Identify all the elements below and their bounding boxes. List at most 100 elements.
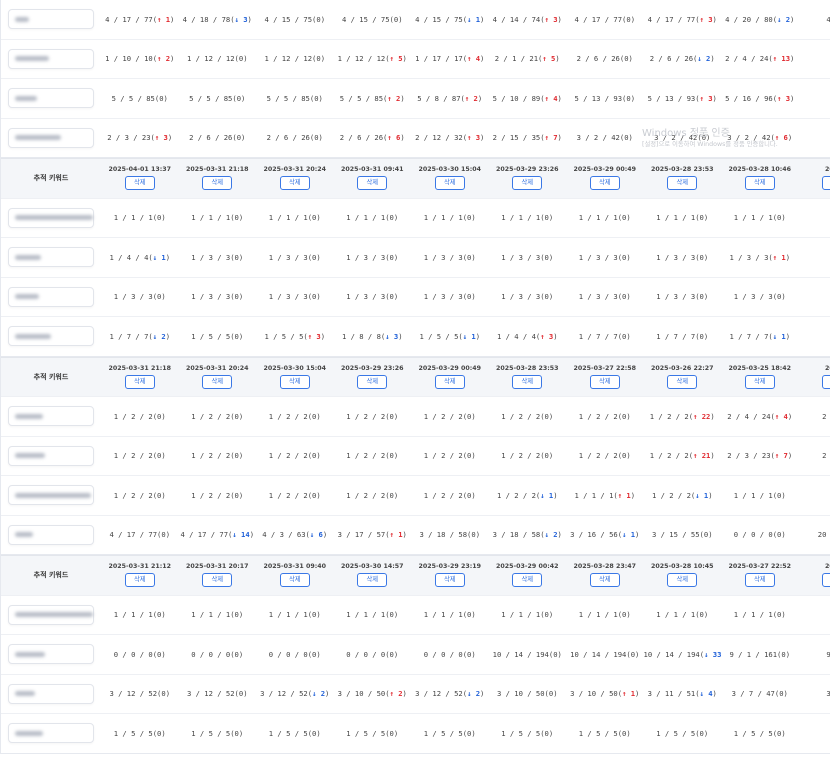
keyword-field[interactable] (8, 88, 94, 109)
rank-cell: 3 / 18 / 58(0) (411, 530, 489, 539)
date-column-header: 2025-03-31 21:18 삭제 (101, 365, 179, 389)
keyword-cell (1, 644, 101, 665)
delete-button[interactable]: 삭제 (357, 374, 388, 389)
delete-button[interactable]: 삭제 (434, 176, 465, 191)
rank-cell: 1 / 5 / 5(0) (179, 332, 257, 341)
rank-value: 1 / 2 / 2(0) (268, 451, 321, 461)
keyword-field[interactable] (8, 723, 94, 744)
rank-cell: 5 / 5 / 85(0) (101, 94, 179, 103)
blurred-keyword-text (15, 651, 45, 657)
delete-button[interactable]: 삭제 (202, 176, 233, 191)
delete-button[interactable]: 삭제 (279, 573, 310, 588)
keyword-field[interactable] (8, 445, 94, 466)
rank-value: 1 / 1 / 1(0) (733, 490, 786, 500)
check-datetime: 2025-03-30 14:57 (340, 563, 404, 571)
rank-value-close: ) (710, 411, 715, 421)
delete-button[interactable]: 삭제 (667, 176, 698, 191)
delete-button[interactable]: 삭제 (202, 374, 233, 389)
delete-button[interactable]: 삭제 (744, 573, 775, 588)
delete-button[interactable]: 삭제 (744, 176, 775, 191)
rank-value: 1 / 7 / 7( (109, 331, 153, 341)
delete-button[interactable]: 삭제 (202, 573, 233, 588)
rank-up-change: ↑ 1 (772, 252, 786, 262)
tracked-keyword-header: 추적 키워드 (33, 372, 69, 381)
keyword-field[interactable] (8, 207, 94, 228)
rank-value: 2 / 6 / 26(0) (576, 54, 633, 64)
rank-cell: 1 / 2 / 2(0) (334, 412, 412, 421)
rank-cell: 5 / (799, 94, 830, 103)
delete-button[interactable]: 삭제 (434, 573, 465, 588)
rank-cell: 2 / 12 / 32(↑ 3) (411, 133, 489, 142)
keyword-field[interactable] (8, 127, 94, 148)
delete-button[interactable]: 삭제 (589, 374, 620, 389)
rank-cell: 1 / 5 / 5(0) (489, 729, 567, 738)
delete-button[interactable]: 삭제 (124, 573, 155, 588)
rank-cell: 1 / 2 / 2(0) (256, 451, 334, 460)
rank-value: 0 / 0 / 0(0) (423, 649, 476, 659)
rank-value: 4 / 20 / 80( (725, 14, 778, 24)
delete-button[interactable]: 삭제 (822, 374, 830, 389)
rank-cell: 3 / 18 / 58(↓ 2) (489, 530, 567, 539)
rank-cell: 1 / 2 / 2(0) (411, 491, 489, 500)
delete-button[interactable]: 삭제 (822, 573, 830, 588)
keyword-field[interactable] (8, 9, 94, 30)
delete-button[interactable]: 삭제 (667, 374, 698, 389)
delete-button[interactable]: 삭제 (512, 573, 543, 588)
date-header-row: 추적 키워드 2025-03-31 21:18 삭제 2025-03-31 20:24… (1, 356, 830, 396)
delete-button[interactable]: 삭제 (512, 374, 543, 389)
rank-cell: 4 / 15 / 75(↓ 1) (411, 15, 489, 24)
rank-up-change: ↑ 1 (617, 490, 631, 500)
keyword-field[interactable] (8, 247, 94, 268)
rank-value: 2 / 6 / 26(0) (266, 133, 323, 143)
rank-up-change: ↑ 4 (467, 54, 481, 64)
rank-value: 1 / 5 / 5(0) (733, 728, 786, 738)
rank-up-change: ↑ 7 (774, 451, 788, 461)
blurred-keyword-text (15, 612, 93, 618)
rank-value: 1 / 3 / 3(0) (578, 292, 631, 302)
delete-button[interactable]: 삭제 (589, 176, 620, 191)
keyword-field[interactable] (8, 406, 94, 427)
delete-button[interactable]: 삭제 (279, 176, 310, 191)
rank-cell: 1 / 4 / 4(↑ 3) (489, 332, 567, 341)
rank-up-change: ↑ 3 (544, 14, 558, 24)
rank-value: 4 / 3 / 63( (262, 530, 310, 540)
delete-button[interactable]: 삭제 (434, 374, 465, 389)
delete-button[interactable]: 삭제 (124, 374, 155, 389)
keyword-field[interactable] (8, 644, 94, 665)
rank-cell: 1 / (799, 332, 830, 341)
rank-cell: 0 / 0 / 0(0) (334, 650, 412, 659)
delete-button[interactable]: 삭제 (744, 374, 775, 389)
delete-button[interactable]: 삭제 (822, 176, 830, 191)
delete-button[interactable]: 삭제 (357, 176, 388, 191)
rank-value: 1 / 1 / 1(0) (501, 213, 554, 223)
rank-up-change: ↑ 1 (389, 530, 403, 540)
rank-value: 3 / 12 / 52(0) (186, 689, 248, 699)
keyword-field[interactable] (8, 683, 94, 704)
delete-button[interactable]: 삭제 (589, 573, 620, 588)
rank-value: 1 / 5 / 5(0) (656, 728, 709, 738)
rank-value-close: ) (557, 530, 562, 540)
keyword-field[interactable] (8, 286, 94, 307)
keyword-field[interactable] (8, 48, 94, 69)
tracking-block: 추적 키워드 2025-03-31 21:12 삭제 2025-03-31 20:17… (0, 555, 830, 754)
keyword-field[interactable] (8, 485, 94, 506)
rank-value: 5 / 5 / 85(0) (266, 93, 323, 103)
rank-cell: 4 / 20 / 80(↓ 2) (721, 15, 799, 24)
rank-cell: 0 / 0 / 0(0) (256, 650, 334, 659)
delete-button[interactable]: 삭제 (357, 573, 388, 588)
delete-button[interactable]: 삭제 (667, 573, 698, 588)
rank-value: 3 / 16 / 56( (570, 530, 623, 540)
check-datetime: 2025-03-31 21:18 (185, 166, 249, 174)
delete-button[interactable]: 삭제 (279, 374, 310, 389)
delete-button[interactable]: 삭제 (512, 176, 543, 191)
check-datetime: 2025-0 (824, 166, 830, 174)
rank-cell: 10 / 14 / 194(0) (566, 650, 644, 659)
rank-cell: 1 / 1 / 1(0) (411, 213, 489, 222)
rank-cell: 1 / 2 / 2(0) (489, 451, 567, 460)
keyword-field[interactable] (8, 604, 94, 625)
rank-value: 10 / 14 / 194(0) (570, 649, 640, 659)
delete-button[interactable]: 삭제 (124, 176, 155, 191)
keyword-field[interactable] (8, 326, 94, 347)
rank-cell: 2 / 6 / 26(↑ 6) (334, 133, 412, 142)
keyword-field[interactable] (8, 524, 94, 545)
